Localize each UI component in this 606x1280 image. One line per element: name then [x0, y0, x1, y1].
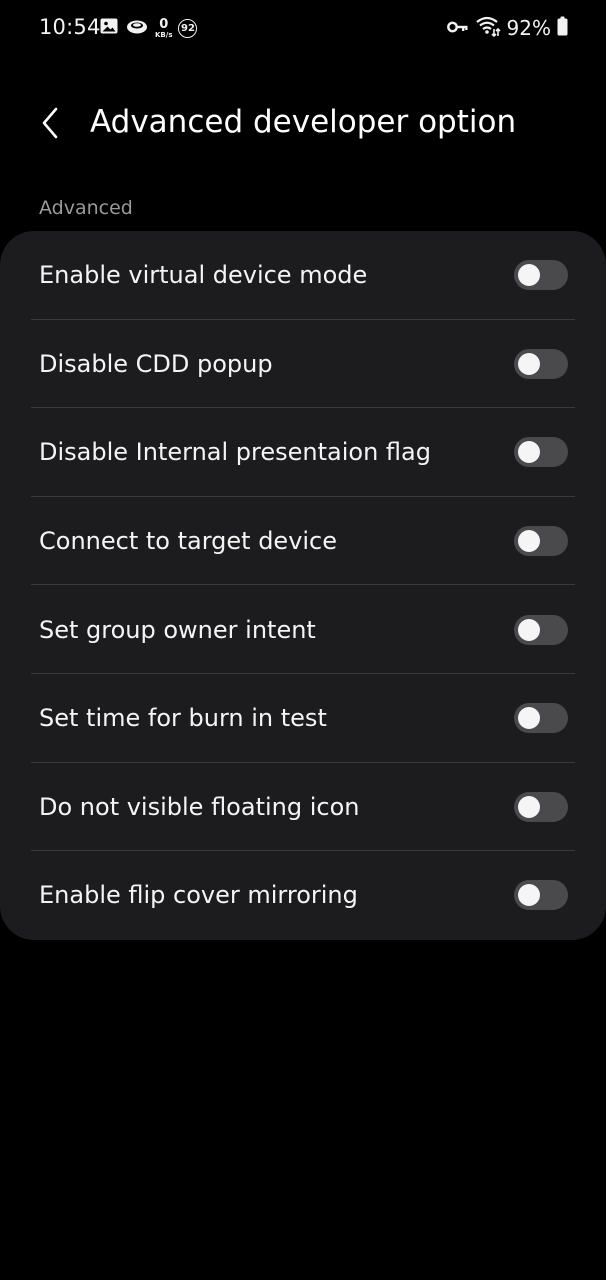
setting-label: Enable virtual device mode — [39, 261, 368, 290]
section-label: Advanced — [39, 197, 133, 219]
toggle-switch[interactable] — [514, 880, 568, 911]
toggle-switch[interactable] — [514, 437, 568, 468]
setting-row-disable-cdd-popup[interactable]: Disable CDD popup — [0, 320, 606, 409]
setting-row-set-time-for-burn-in-test[interactable]: Set time for burn in test — [0, 674, 606, 763]
toggle-switch[interactable] — [514, 348, 568, 379]
setting-label: Disable CDD popup — [39, 349, 273, 378]
toggle-switch[interactable] — [514, 703, 568, 734]
toggle-knob — [518, 264, 540, 287]
cloud-icon — [125, 16, 149, 40]
toggle-switch[interactable] — [514, 260, 568, 291]
screen: 10:54 0 KB/s 92 92% Advanced developer o… — [0, 0, 606, 1280]
toggle-knob — [518, 441, 540, 464]
battery-icon — [557, 16, 568, 40]
toggle-knob — [518, 884, 540, 907]
page-title: Advanced developer option — [90, 104, 517, 140]
network-speed: 0 KB/s — [155, 18, 172, 39]
chevron-left-icon — [40, 106, 60, 144]
toggle-switch[interactable] — [514, 791, 568, 822]
toggle-knob — [518, 795, 540, 818]
toggle-knob — [518, 352, 540, 375]
setting-label: Disable Internal presentaion flag — [39, 438, 431, 467]
vpn-key-icon — [446, 19, 469, 38]
gallery-icon — [99, 16, 119, 40]
notification-count-badge: 92 — [178, 18, 198, 38]
wifi-icon — [475, 15, 501, 41]
toggle-switch[interactable] — [514, 614, 568, 645]
setting-row-connect-to-target-device[interactable]: Connect to target device — [0, 497, 606, 586]
battery-percent: 92% — [506, 16, 551, 40]
setting-row-do-not-visible-floating-icon[interactable]: Do not visible floating icon — [0, 763, 606, 852]
toggle-knob — [518, 530, 540, 553]
setting-label: Connect to target device — [39, 527, 338, 556]
speed-unit: KB/s — [155, 30, 173, 39]
setting-label: Set time for burn in test — [39, 704, 327, 733]
setting-label: Enable flip cover mirroring — [39, 881, 358, 910]
setting-row-enable-virtual-device-mode[interactable]: Enable virtual device mode — [0, 231, 606, 320]
toggle-knob — [518, 707, 540, 730]
toggle-knob — [518, 618, 540, 641]
status-left-icons: 0 KB/s 92 — [99, 15, 198, 41]
setting-row-disable-internal-presentation-flag[interactable]: Disable Internal presentaion flag — [0, 408, 606, 497]
setting-label: Do not visible floating icon — [39, 792, 360, 821]
settings-card: Enable virtual device mode Disable CDD p… — [0, 231, 606, 940]
setting-row-set-group-owner-intent[interactable]: Set group owner intent — [0, 585, 606, 674]
setting-label: Set group owner intent — [39, 615, 316, 644]
toggle-switch[interactable] — [514, 526, 568, 557]
status-right-icons: 92% — [446, 15, 568, 41]
speed-value: 0 — [159, 16, 169, 32]
status-time: 10:54 — [39, 15, 101, 39]
setting-row-enable-flip-cover-mirroring[interactable]: Enable flip cover mirroring — [0, 851, 606, 940]
back-button[interactable] — [30, 102, 70, 148]
app-header: Advanced developer option — [0, 96, 606, 154]
status-bar: 10:54 0 KB/s 92 92% — [0, 0, 606, 56]
